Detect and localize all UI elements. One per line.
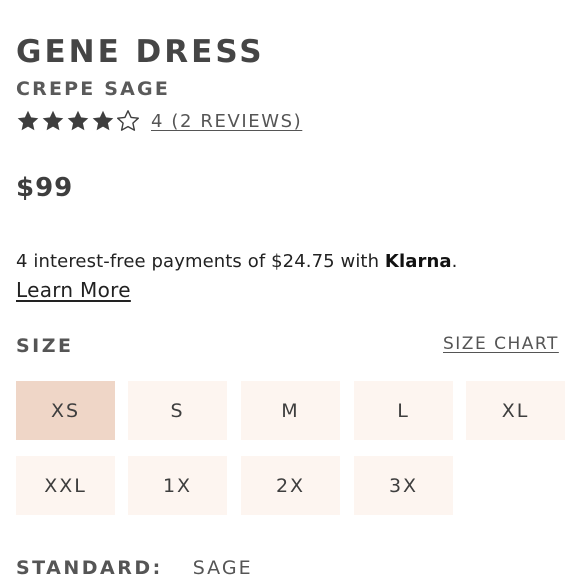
- learn-more-link[interactable]: Learn More: [16, 277, 131, 303]
- size-option-xs[interactable]: XS: [16, 381, 115, 440]
- star-outline-icon: [116, 109, 140, 133]
- klarna-message: 4 interest-free payments of $24.75 with …: [16, 250, 457, 274]
- standard-value: SAGE: [192, 557, 253, 579]
- klarna-suffix: .: [451, 251, 458, 272]
- size-option-2x[interactable]: 2X: [241, 456, 340, 515]
- standard-color-row: STANDARD: SAGE: [16, 556, 253, 580]
- size-heading: SIZE: [16, 335, 74, 357]
- standard-label: STANDARD:: [16, 557, 163, 579]
- klarna-text: 4 interest-free payments of $24.75 with: [16, 251, 385, 272]
- size-option-s[interactable]: S: [128, 381, 227, 440]
- product-color-name: CREPE SAGE: [16, 78, 171, 100]
- reviews-link[interactable]: 4 (2 REVIEWS): [151, 111, 302, 132]
- star-filled-icon: [41, 109, 65, 133]
- klarna-logo: Klarna: [384, 251, 452, 272]
- product-details: GENE DRESS CREPE SAGE 4 (2 REVIEWS) $99 …: [0, 0, 580, 580]
- star-filled-icon: [66, 109, 90, 133]
- product-title: GENE DRESS: [16, 34, 265, 70]
- rating-row: 4 (2 REVIEWS): [16, 108, 302, 134]
- size-chart-link[interactable]: SIZE CHART: [443, 332, 559, 356]
- size-option-3x[interactable]: 3X: [354, 456, 453, 515]
- star-filled-icon: [91, 109, 115, 133]
- size-option-m[interactable]: M: [241, 381, 340, 440]
- size-option-xl[interactable]: XL: [466, 381, 565, 440]
- star-filled-icon: [16, 109, 40, 133]
- size-option-l[interactable]: L: [354, 381, 453, 440]
- product-price: $99: [16, 173, 74, 203]
- size-option-xxl[interactable]: XXL: [16, 456, 115, 515]
- size-option-1x[interactable]: 1X: [128, 456, 227, 515]
- rating-stars: [16, 109, 141, 133]
